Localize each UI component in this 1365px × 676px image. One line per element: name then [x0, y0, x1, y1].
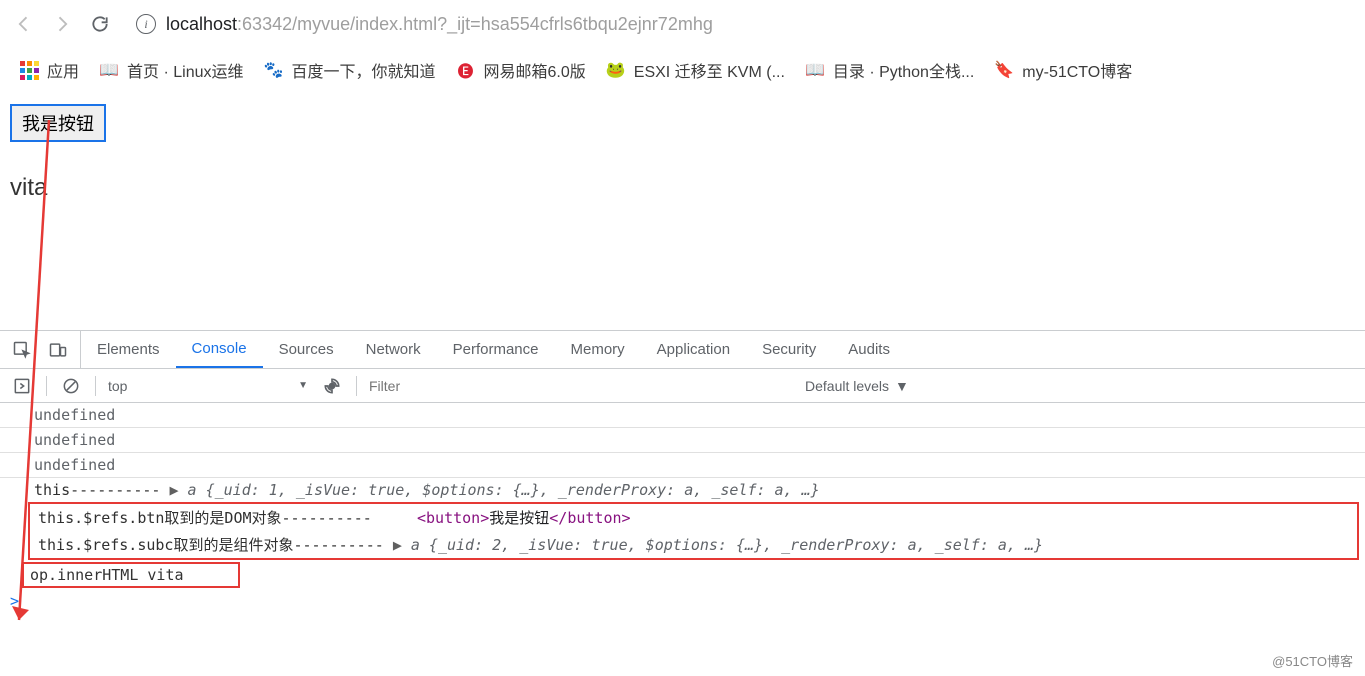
page-content: 我是按钮 vita [0, 92, 1365, 214]
filter-input[interactable] [369, 378, 789, 394]
bookmark-item[interactable]: 📖目录 · Python全栈... [805, 58, 974, 82]
forward-icon[interactable] [50, 12, 74, 36]
bookmark-item[interactable]: 🐾百度一下，你就知道 [264, 58, 436, 82]
url-text: localhost:63342/myvue/index.html?_ijt=hs… [166, 14, 713, 35]
console-toolbar: top▼ Default levels▼ [0, 369, 1365, 403]
inspect-icon[interactable] [10, 338, 34, 362]
log-levels-selector[interactable]: Default levels▼ [805, 378, 909, 394]
tab-application[interactable]: Application [641, 331, 746, 368]
tab-memory[interactable]: Memory [555, 331, 641, 368]
browser-nav-bar: i localhost:63342/myvue/index.html?_ijt=… [0, 0, 1365, 48]
expand-icon[interactable]: ▶ [393, 536, 411, 554]
toggle-drawer-icon[interactable] [10, 374, 34, 398]
devtools-tabs: Elements Console Sources Network Perform… [0, 331, 1365, 369]
live-expression-icon[interactable] [320, 374, 344, 398]
address-bar[interactable]: i localhost:63342/myvue/index.html?_ijt=… [126, 14, 1353, 35]
book-icon: 📖 [99, 60, 119, 80]
tab-console[interactable]: Console [176, 331, 263, 368]
chevron-down-icon: ▼ [298, 380, 308, 391]
console-line: this---------- ▶ a {_uid: 1, _isVue: tru… [0, 477, 1365, 502]
bookmark-item[interactable]: 🅔网易邮箱6.0版 [456, 58, 586, 82]
netease-icon: 🅔 [456, 60, 476, 80]
annotation-highlight-box: this.$refs.btn取到的是DOM对象---------- <butto… [28, 502, 1359, 560]
expand-icon[interactable]: ▶ [169, 481, 187, 499]
page-text: vita [10, 174, 1355, 202]
tab-security[interactable]: Security [746, 331, 832, 368]
baidu-icon: 🐾 [264, 60, 284, 80]
tab-performance[interactable]: Performance [437, 331, 555, 368]
context-selector[interactable]: top▼ [108, 378, 308, 394]
bookmark-item[interactable]: 🐸ESXI 迁移至 KVM (... [606, 58, 785, 82]
console-line: undefined [0, 452, 1365, 477]
console-line: undefined [0, 427, 1365, 452]
tab-network[interactable]: Network [350, 331, 437, 368]
tab-audits[interactable]: Audits [832, 331, 906, 368]
console-line: this.$refs.subc取到的是组件对象---------- ▶ a {_… [30, 531, 1357, 558]
console-output: undefined undefined undefined this------… [0, 403, 1365, 676]
tab-elements[interactable]: Elements [81, 331, 176, 368]
bookmarks-bar: 应用 📖首页 · Linux运维 🐾百度一下，你就知道 🅔网易邮箱6.0版 🐸E… [0, 48, 1365, 92]
bookmark-item[interactable]: 🔖my-51CTO博客 [994, 58, 1132, 82]
apps-icon [20, 61, 39, 80]
annotation-highlight-box: op.innerHTML vita [22, 562, 240, 588]
device-toggle-icon[interactable] [46, 338, 70, 362]
demo-button[interactable]: 我是按钮 [10, 104, 106, 142]
console-prompt[interactable]: > [0, 588, 1365, 614]
apps-button[interactable]: 应用 [20, 58, 79, 82]
watermark: @51CTO博客 [1272, 651, 1353, 670]
devtools-panel: Elements Console Sources Network Perform… [0, 330, 1365, 676]
cto-icon: 🔖 [994, 60, 1014, 80]
reload-icon[interactable] [88, 12, 112, 36]
console-line: undefined [0, 403, 1365, 427]
bookmark-item[interactable]: 📖首页 · Linux运维 [99, 58, 243, 82]
frog-icon: 🐸 [606, 60, 626, 80]
book-icon: 📖 [805, 60, 825, 80]
site-info-icon[interactable]: i [136, 14, 156, 34]
chevron-down-icon: ▼ [895, 378, 909, 394]
console-line: this.$refs.btn取到的是DOM对象---------- <butto… [30, 504, 1357, 531]
tab-sources[interactable]: Sources [263, 331, 350, 368]
clear-console-icon[interactable] [59, 374, 83, 398]
console-line: op.innerHTML vita [30, 566, 184, 584]
back-icon[interactable] [12, 12, 36, 36]
